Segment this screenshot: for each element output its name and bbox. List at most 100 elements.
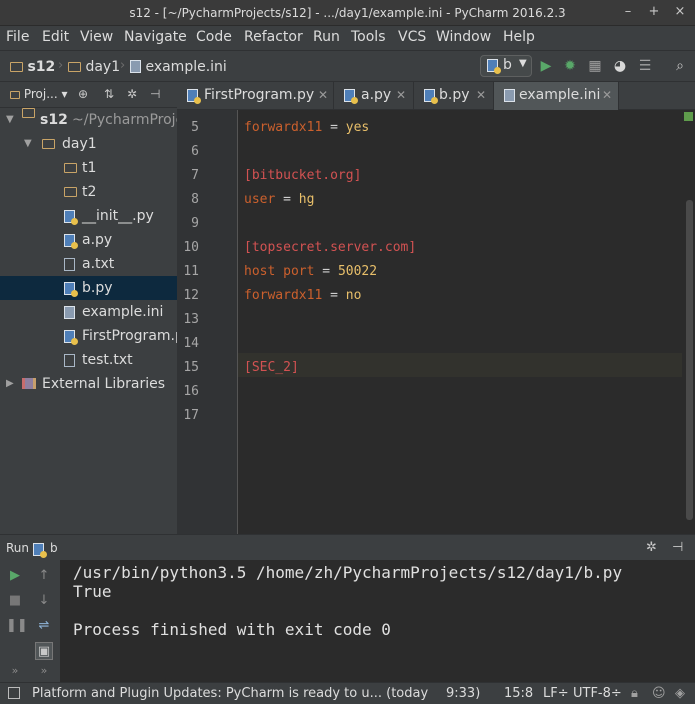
debug-icon[interactable]: ✹: [561, 57, 579, 75]
tree-item-init[interactable]: __init__.py: [0, 204, 177, 228]
title-bar: s12 - [~/PycharmProjects/s12] - .../day1…: [0, 0, 695, 26]
tree-item-firstprogram[interactable]: FirstProgram.p: [0, 324, 177, 348]
tool-windows-icon[interactable]: [8, 687, 20, 699]
run-panel-header: Run b ✲ ⊣: [0, 534, 695, 560]
run-configuration-select[interactable]: b ▼: [480, 55, 532, 77]
run-icon[interactable]: ▶: [537, 57, 555, 75]
breadcrumb-file[interactable]: example.ini: [130, 59, 227, 75]
file-encoding[interactable]: UTF-8÷: [573, 686, 622, 701]
status-bar: Platform and Plugin Updates: PyCharm is …: [0, 682, 695, 704]
gear-icon[interactable]: ✲: [127, 87, 137, 101]
project-view-select[interactable]: Proj... ▾: [10, 87, 68, 101]
tab-a-py[interactable]: a.py ✕: [334, 82, 414, 110]
code-line: user = hg: [244, 192, 315, 207]
menu-refactor[interactable]: Refactor: [244, 29, 303, 45]
collapse-icon[interactable]: ⇅: [104, 87, 114, 101]
more-icon[interactable]: »: [35, 662, 53, 680]
menu-tools[interactable]: Tools: [351, 29, 386, 45]
coverage-icon[interactable]: ▦: [586, 57, 604, 75]
breadcrumb-separator: ›: [120, 58, 126, 73]
run-toolbar: ▶ ↑ ■ ↓ ❚❚ ⇌ ▣ » »: [0, 560, 60, 682]
gutter-divider: [237, 110, 238, 534]
code-line: forwardx11 = yes: [244, 120, 370, 135]
event-log-icon[interactable]: ◈: [675, 686, 685, 701]
project-icon: [10, 91, 20, 99]
python-file-icon: [424, 89, 438, 104]
inspection-ok-icon: [684, 112, 693, 121]
code-line: [topsecret.server.com]: [244, 240, 417, 255]
close-tab-icon[interactable]: ✕: [602, 82, 612, 108]
run-console[interactable]: /usr/bin/python3.5 /home/zh/PycharmProje…: [60, 560, 695, 682]
menu-view[interactable]: View: [80, 29, 113, 45]
hide-icon[interactable]: ⊣: [150, 87, 160, 101]
menu-edit[interactable]: Edit: [42, 29, 69, 45]
scroll-down-icon[interactable]: ↓: [35, 592, 53, 610]
menu-code[interactable]: Code: [196, 29, 232, 45]
python-icon: [33, 543, 47, 558]
editor-scrollbar[interactable]: [683, 110, 695, 534]
gear-icon[interactable]: ✲: [646, 540, 657, 555]
line-number: 8: [191, 192, 199, 207]
menu-bar: File Edit View Navigate Code Refactor Ru…: [0, 26, 695, 50]
navigation-bar: s12 › day1 › example.ini b ▼ ▶ ✹ ▦ ◕ ☰ ⌕: [0, 50, 695, 82]
minimize-button[interactable]: –: [619, 3, 637, 21]
window-title: s12 - [~/PycharmProjects/s12] - .../day1…: [129, 6, 566, 20]
tree-item-t2[interactable]: t2: [0, 180, 177, 204]
stop-icon[interactable]: ■: [6, 592, 24, 610]
menu-navigate[interactable]: Navigate: [124, 29, 187, 45]
chevron-right-icon: ▶: [6, 378, 14, 389]
tab-firstprogram[interactable]: FirstProgram.py ✕: [177, 82, 334, 110]
pause-icon[interactable]: ❚❚: [6, 617, 28, 635]
lock-icon[interactable]: 🔒︎: [631, 686, 638, 701]
status-message[interactable]: Platform and Plugin Updates: PyCharm is …: [32, 686, 428, 701]
tree-root[interactable]: ▼ s12 ~/PycharmProje: [0, 108, 177, 132]
menu-file[interactable]: File: [6, 29, 29, 45]
print-icon[interactable]: ▣: [35, 642, 53, 660]
scroll-thumb[interactable]: [686, 200, 693, 520]
close-button[interactable]: ×: [671, 3, 689, 21]
tree-item-a-txt[interactable]: a.txt: [0, 252, 177, 276]
breadcrumb-project[interactable]: s12: [10, 59, 55, 75]
line-number: 13: [183, 312, 199, 327]
tree-item-test-txt[interactable]: test.txt: [0, 348, 177, 372]
crosshair-icon[interactable]: ⊕: [78, 87, 88, 101]
menu-vcs[interactable]: VCS: [398, 29, 426, 45]
scroll-up-icon[interactable]: ↑: [35, 567, 53, 585]
tree-item-a-py[interactable]: a.py: [0, 228, 177, 252]
tree-item-example-ini[interactable]: example.ini: [0, 300, 177, 324]
library-icon: [22, 378, 36, 389]
project-panel-header: Proj... ▾ ⊕ ⇅ ✲ ⊣: [0, 82, 177, 108]
tree-item-t1[interactable]: t1: [0, 156, 177, 180]
folder-icon: [22, 108, 35, 118]
profile-icon[interactable]: ◕: [611, 57, 629, 75]
rerun-icon[interactable]: ▶: [6, 567, 24, 585]
more-icon[interactable]: »: [6, 662, 24, 680]
tab-example-ini[interactable]: example.ini ✕: [494, 82, 619, 110]
folder-icon: [64, 187, 77, 197]
close-tab-icon[interactable]: ✕: [396, 82, 406, 108]
menu-run[interactable]: Run: [313, 29, 340, 45]
maximize-button[interactable]: +: [645, 3, 663, 21]
line-number: 17: [183, 408, 199, 423]
code-line: [SEC_2]: [244, 360, 299, 375]
breadcrumb-folder[interactable]: day1: [68, 59, 120, 75]
line-number: 15: [183, 360, 199, 375]
menu-window[interactable]: Window: [436, 29, 491, 45]
ini-file-icon: [130, 60, 141, 73]
tab-b-py[interactable]: b.py ✕: [414, 82, 494, 110]
inspector-icon[interactable]: ☺: [652, 686, 666, 701]
hide-panel-icon[interactable]: ⊣: [672, 540, 683, 555]
close-tab-icon[interactable]: ✕: [318, 82, 328, 108]
structure-icon[interactable]: ☰: [636, 57, 654, 75]
close-tab-icon[interactable]: ✕: [476, 82, 486, 108]
tree-item-external-libraries[interactable]: ▶ External Libraries: [0, 372, 177, 396]
caret-position[interactable]: 15:8: [504, 686, 533, 701]
soft-wrap-icon[interactable]: ⇌: [35, 617, 53, 635]
search-icon[interactable]: ⌕: [671, 57, 689, 75]
tree-item-day1[interactable]: ▼ day1: [0, 132, 177, 156]
tree-item-b-py[interactable]: b.py: [0, 276, 177, 300]
code-editor[interactable]: 5 6 7 8 9 10 11 12 13 14 15 16 17 forwar…: [177, 110, 695, 534]
line-separator[interactable]: LF÷: [543, 686, 569, 701]
menu-help[interactable]: Help: [503, 29, 535, 45]
folder-icon: [42, 139, 55, 149]
